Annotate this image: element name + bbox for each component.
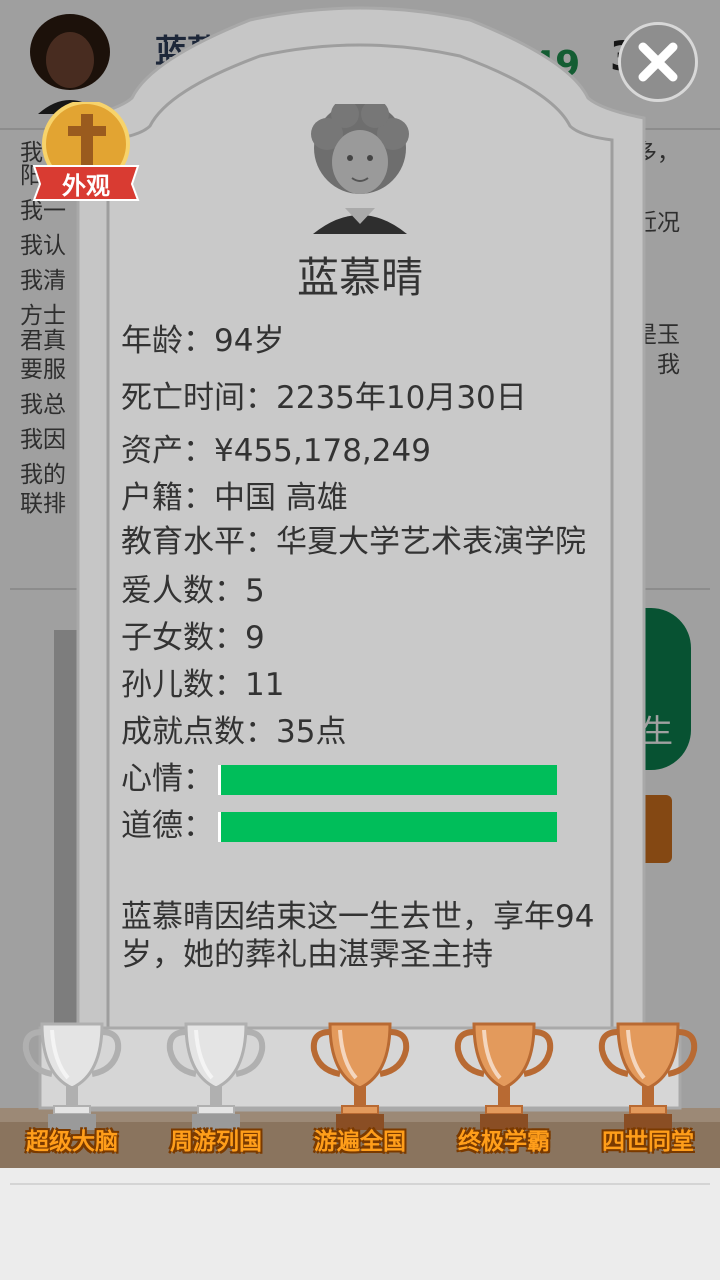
hukou-text: 户籍：中国 高雄 [121, 480, 348, 516]
close-icon [638, 42, 678, 82]
trophy-label: 游遍全国 [314, 1129, 406, 1155]
epitaph-text[interactable]: 蓝慕晴因结束这一生去世，享年94岁，她的葬礼由湛霁圣主持 [121, 898, 601, 986]
trophy-label: 四世同堂 [602, 1129, 694, 1155]
mood-label: 心情： [121, 761, 214, 797]
age-text: 年龄：94岁 [121, 323, 285, 359]
morality-bar-fill [221, 811, 557, 842]
trophy-icon [454, 1022, 554, 1130]
trophy-icon [166, 1022, 266, 1130]
death-time-text: 死亡时间：2235年10月30日 [121, 380, 527, 416]
morality-row: 道德： [121, 803, 601, 850]
morality-label: 道德： [121, 808, 214, 844]
education-text: 教育水平：华夏大学艺术表演学院 [121, 524, 586, 560]
trophy-label: 超级大脑 [26, 1129, 118, 1155]
trophy-icon [598, 1022, 698, 1130]
appearance-label: 外观 [62, 172, 110, 200]
trophy-label: 周游列国 [170, 1129, 262, 1155]
mood-bar [218, 764, 557, 795]
children-text: 子女数：9 [121, 620, 265, 656]
close-button[interactable] [618, 22, 698, 102]
deceased-name: 蓝慕晴 [296, 253, 423, 302]
mood-bar-fill [221, 764, 557, 795]
background-bottom-line [10, 1183, 710, 1185]
deceased-info: 年龄：94岁 死亡时间：2235年10月30日 资产：¥455,178,249 … [121, 318, 601, 850]
deceased-avatar [311, 104, 409, 234]
trophy-label: 终极学霸 [458, 1129, 550, 1155]
grandchildren-text: 孙儿数：11 [121, 667, 285, 703]
assets-text: 资产：¥455,178,249 [121, 433, 431, 469]
morality-bar [218, 811, 557, 842]
mood-row: 心情： [121, 756, 601, 803]
trophy-icon [310, 1022, 410, 1130]
trophy-icon [22, 1022, 122, 1130]
achievement-points-text: 成就点数：35点 [121, 714, 347, 750]
lovers-text: 爱人数：5 [121, 573, 265, 609]
